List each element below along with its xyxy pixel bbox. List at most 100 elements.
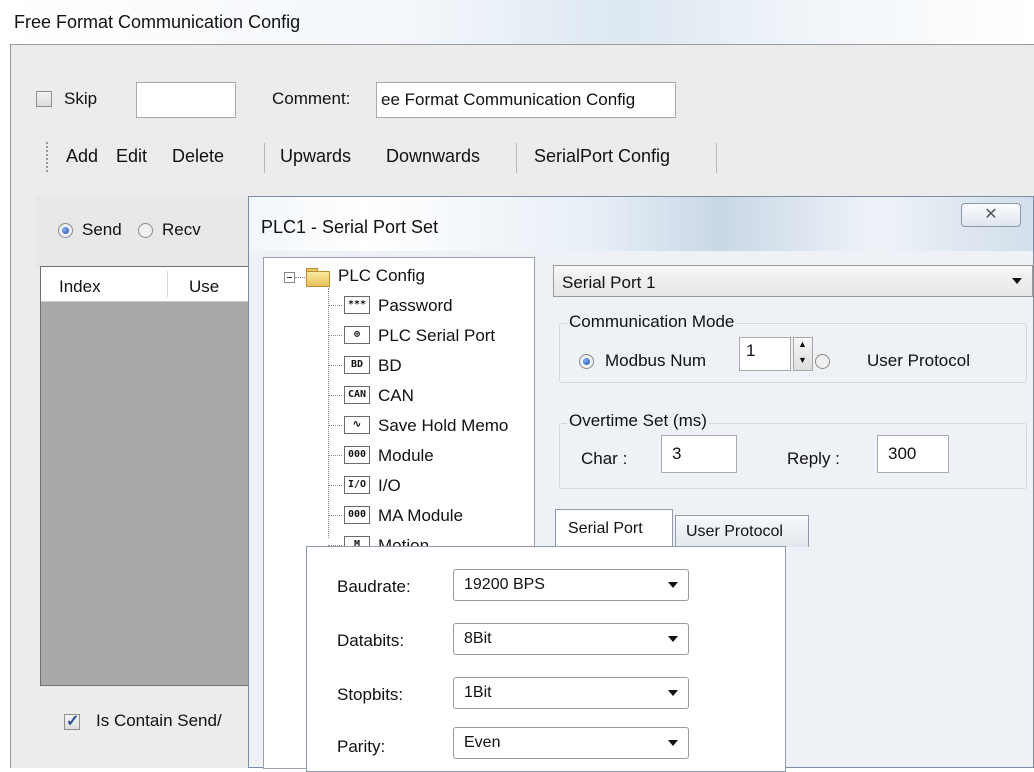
tree-connector [295,277,305,278]
databits-label: Databits: [337,631,405,650]
serial-port-icon: ⊕ [344,326,370,344]
char-input[interactable]: 3 [661,435,737,473]
send-radio[interactable] [58,223,73,238]
tab-serial-port-label: Serial Port [568,520,643,537]
io-icon: I/O [344,476,370,494]
chevron-down-icon [1012,278,1022,284]
dialog-title: PLC1 - Serial Port Set [261,217,439,237]
send-label: Send [82,220,122,239]
comment-label: Comment: [272,89,351,108]
delete-button[interactable]: Delete [172,146,224,167]
tab-user-protocol[interactable]: User Protocol [675,515,809,547]
tree-item-password[interactable]: *** Password [328,293,528,319]
upwards-button[interactable]: Upwards [280,146,351,167]
password-icon: *** [344,296,370,314]
toolbar-separator [716,143,717,173]
recv-label: Recv [162,220,201,239]
ma-module-icon: 000 [344,506,370,524]
chevron-down-icon [668,636,678,642]
tree-connector [328,335,342,336]
serial-port-tab-panel: Baudrate: 19200 BPS Databits: 8Bit Stopb… [306,546,786,772]
modbus-num-value: 1 [746,341,756,360]
serialport-config-button[interactable]: SerialPort Config [534,146,670,167]
spin-down-icon[interactable]: ▼ [798,355,807,365]
char-value: 3 [672,444,682,463]
tree-item-label: Module [378,446,434,465]
table-header-use: Use [189,277,220,296]
module-icon: 000 [344,446,370,464]
stopbits-label: Stopbits: [337,685,404,704]
recv-radio[interactable] [138,223,153,238]
memo-wave-icon: ∿ [344,416,370,434]
downwards-button[interactable]: Downwards [386,146,480,167]
dialog-titlebar: PLC1 - Serial Port Set ✕ [249,197,1033,251]
overtime-label: Overtime Set (ms) [567,411,709,431]
spin-up-icon[interactable]: ▲ [798,339,807,349]
databits-select[interactable]: 8Bit [453,623,689,655]
databits-value: 8Bit [464,630,492,647]
data-table[interactable]: Index Use [40,266,250,686]
parity-value: Even [464,734,501,751]
tab-user-protocol-label: User Protocol [686,523,783,540]
bd-icon: BD [344,356,370,374]
outer-window-titlebar: Free Format Communication Config [0,0,1034,44]
stopbits-select[interactable]: 1Bit [453,677,689,709]
tree-item-label: I/O [378,476,401,495]
close-button[interactable]: ✕ [961,203,1021,227]
checkmark-icon: ✓ [66,713,80,730]
tree-item-plc-serial-port[interactable]: ⊕ PLC Serial Port [328,323,528,349]
tree-item-label: BD [378,356,402,375]
chevron-down-icon [668,740,678,746]
tree-item-save-hold-memo[interactable]: ∿ Save Hold Memo [328,413,528,439]
tree-connector [328,365,342,366]
tree-connector [328,425,342,426]
skip-checkbox[interactable] [36,91,52,107]
tree-connector [328,485,342,486]
close-icon: ✕ [984,206,998,223]
tree-root-label[interactable]: PLC Config [338,266,425,286]
comm-mode-label: Communication Mode [567,312,737,332]
toolbar-separator [516,143,517,173]
parity-label: Parity: [337,737,386,756]
edit-button[interactable]: Edit [116,146,147,167]
can-icon: CAN [344,386,370,404]
modbus-label: Modbus Num [605,351,707,370]
modbus-radio[interactable] [579,354,594,369]
char-label: Char : [581,449,628,468]
baudrate-select[interactable]: 19200 BPS [453,569,689,601]
collapse-icon[interactable] [284,272,295,283]
contain-checkbox[interactable]: ✓ [64,713,80,730]
tree-item-bd[interactable]: BD BD [328,353,528,379]
modbus-num-input[interactable]: 1 [739,337,791,371]
tree-item-label: Save Hold Memo [378,416,509,435]
toolbar-separator [264,143,265,173]
serial-port-select[interactable]: Serial Port 1 [553,265,1033,297]
user-protocol-radio[interactable] [815,354,830,369]
tree-item-i-o[interactable]: I/O I/O [328,473,528,499]
reply-label: Reply : [787,449,840,468]
baudrate-value: 19200 BPS [464,576,545,593]
contain-label: Is Contain Send/ [96,711,222,730]
tree-connector [328,515,342,516]
table-header-index: Index [59,277,101,296]
reply-input[interactable]: 300 [877,435,949,473]
outer-window-title: Free Format Communication Config [14,12,301,32]
tree-item-label: CAN [378,386,414,405]
tree-item-label: MA Module [378,506,464,525]
tab-serial-port[interactable]: Serial Port [555,509,673,547]
column-divider [167,271,168,297]
skip-value-input[interactable] [136,82,236,118]
skip-label: Skip [64,89,98,108]
serial-port-select-value: Serial Port 1 [562,273,656,292]
modbus-num-spinner[interactable]: ▲ ▼ [793,337,813,371]
add-button[interactable]: Add [66,146,98,167]
tree-item-module[interactable]: 000 Module [328,443,528,469]
tree-item-can[interactable]: CAN CAN [328,383,528,409]
comment-input[interactable]: ee Format Communication Config [376,82,676,118]
parity-select[interactable]: Even [453,727,689,759]
comment-input-value: ee Format Communication Config [381,90,636,109]
tree-item-label: PLC Serial Port [378,326,496,345]
tree-item-label: Password [378,296,453,315]
tree-item-ma-module[interactable]: 000 MA Module [328,503,528,529]
user-protocol-label: User Protocol [867,351,970,370]
